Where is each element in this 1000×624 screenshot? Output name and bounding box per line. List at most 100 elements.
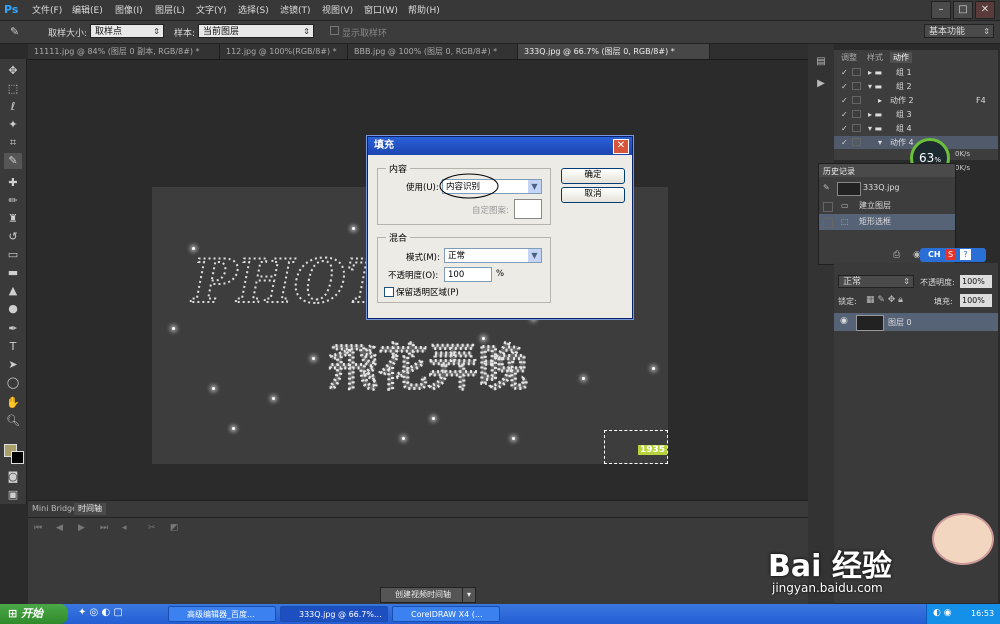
doc-tab-333q[interactable]: 333Q.jpg @ 66.7% (图层 0, RGB/8#) * xyxy=(518,44,710,59)
action-row[interactable]: ✓ ▾ ▬ 组 4 xyxy=(834,122,998,135)
show-ring-label: 显示取样环 xyxy=(342,29,388,39)
close-window-button[interactable]: ✕ xyxy=(975,1,995,19)
prev-frame-icon[interactable]: ◀ xyxy=(56,523,63,533)
history-panel-icon[interactable]: ▤ xyxy=(812,56,830,70)
history-item-selected[interactable]: ⬚ 矩形选框 xyxy=(819,214,955,230)
custom-pattern-label: 自定图案: xyxy=(472,206,509,216)
action-row[interactable]: ✓ ▸ 动作 2 F4 xyxy=(834,94,998,107)
transition-icon[interactable]: ◩ xyxy=(170,523,179,533)
quick-mask-icon[interactable]: ◙ xyxy=(4,469,22,485)
action-row[interactable]: ✓ ▾ ▬ 组 2 xyxy=(834,80,998,93)
fill-label: 填充: xyxy=(934,297,953,306)
magic-wand-tool-icon[interactable]: ✦ xyxy=(4,117,22,133)
doc-tab-11111[interactable]: 11111.jpg @ 84% (图层 0 副本, RGB/8#) * xyxy=(28,44,220,59)
scissors-icon[interactable]: ✂ xyxy=(148,523,156,533)
path-select-tool-icon[interactable]: ➤ xyxy=(4,357,22,373)
ime-toolbar[interactable]: CH S ? xyxy=(920,248,986,262)
task-photoshop[interactable]: 333Q.jpg @ 66.7%... xyxy=(280,606,388,622)
show-ring-checkbox[interactable] xyxy=(330,26,339,35)
doc-tab-112[interactable]: 112.jpg @ 100%(RGB/8#) * xyxy=(220,44,348,59)
tab-styles[interactable]: 样式 xyxy=(864,52,886,63)
lock-pixels-icon[interactable]: ▦ ✎ ✥ 🔒︎ xyxy=(866,295,903,305)
next-frame-icon[interactable]: ⏭ xyxy=(100,523,108,533)
tab-actions[interactable]: 动作 xyxy=(890,52,912,63)
menu-image[interactable]: 图像(I) xyxy=(115,3,143,16)
menu-view[interactable]: 视图(V) xyxy=(322,3,353,16)
tab-timeline[interactable]: 时间轴 xyxy=(74,503,106,515)
lasso-tool-icon[interactable]: ℓ xyxy=(4,99,22,115)
chevron-down-icon[interactable]: ▾ xyxy=(462,587,476,603)
preserve-transparency-checkbox[interactable] xyxy=(384,287,394,297)
history-snapshot[interactable]: ✎ 333Q.jpg xyxy=(819,178,955,198)
menu-window[interactable]: 窗口(W) xyxy=(364,3,398,16)
blur-tool-icon[interactable]: ▲ xyxy=(4,283,22,299)
healing-tool-icon[interactable]: ✚ xyxy=(4,175,22,191)
layer-opacity-input[interactable]: 100% xyxy=(960,275,992,288)
shape-tool-icon[interactable]: ◯ xyxy=(4,375,22,391)
ok-button[interactable]: 确定 xyxy=(561,168,625,184)
tab-adjustments[interactable]: 调整 xyxy=(838,52,860,63)
use-label: 使用(U): xyxy=(406,183,439,193)
create-video-timeline-button[interactable]: 创建视频时间轴 xyxy=(380,587,466,603)
menu-filter[interactable]: 滤镜(T) xyxy=(280,3,311,16)
menu-layer[interactable]: 图层(L) xyxy=(155,3,185,16)
quicklaunch-icon[interactable]: ✦ ◎ ◐ ▢ xyxy=(78,607,123,618)
dialog-close-button[interactable]: ✕ xyxy=(613,139,629,154)
menu-type[interactable]: 文字(Y) xyxy=(196,3,227,16)
audio-icon[interactable]: ◂ xyxy=(122,523,127,533)
content-group: 内容 使用(U): 内容识别 ▼ 自定图案: xyxy=(377,162,551,225)
new-document-icon[interactable]: ⎙ xyxy=(893,250,900,260)
move-tool-icon[interactable]: ✥ xyxy=(4,63,22,79)
blend-mode-select[interactable]: 正常 ⇕ xyxy=(838,275,914,288)
background-color-swatch[interactable] xyxy=(11,451,24,464)
minimize-button[interactable]: – xyxy=(931,1,951,19)
menu-edit[interactable]: 编辑(E) xyxy=(72,3,103,16)
download-speed: 0K/s xyxy=(955,164,971,172)
eye-icon[interactable]: ◉ xyxy=(840,316,848,326)
mode-select[interactable]: 正常 ▼ xyxy=(444,248,542,263)
hand-tool-icon[interactable]: ✋ xyxy=(4,395,22,411)
stamp-tool-icon[interactable]: ♜ xyxy=(4,211,22,227)
sample-size-select[interactable]: 取样点 ⇕ xyxy=(90,24,164,38)
zoom-tool-icon[interactable]: 🔍︎ xyxy=(4,413,22,429)
tray-icons[interactable]: ◐ ◉ xyxy=(933,608,952,618)
start-button[interactable]: ⊞ 开始 xyxy=(0,604,68,624)
actions-panel-icon[interactable]: ▶ xyxy=(812,78,830,92)
action-row[interactable]: ✓ ▸ ▬ 组 3 xyxy=(834,108,998,121)
eyedropper-icon[interactable]: ✎ xyxy=(10,25,19,38)
maximize-button[interactable]: □ xyxy=(953,1,973,19)
play-icon[interactable]: ▶ xyxy=(78,523,85,533)
history-brush-tool-icon[interactable]: ↺ xyxy=(4,229,22,245)
type-tool-icon[interactable]: T xyxy=(4,339,22,355)
gradient-tool-icon[interactable]: ▬ xyxy=(4,265,22,281)
first-frame-icon[interactable]: ⏮ xyxy=(34,523,42,533)
task-coreldraw[interactable]: CorelDRAW X4 (... xyxy=(392,606,500,622)
menu-help[interactable]: 帮助(H) xyxy=(408,3,440,16)
pattern-picker[interactable] xyxy=(514,199,542,219)
clock: 16:53 xyxy=(971,609,995,618)
eraser-tool-icon[interactable]: ▭ xyxy=(4,247,22,263)
eyedropper-tool-icon[interactable]: ✎ xyxy=(4,153,22,169)
layer-row[interactable]: ◉ 图层 0 xyxy=(834,313,998,331)
brush-tool-icon[interactable]: ✏ xyxy=(4,193,22,209)
marquee-icon: ⬚ xyxy=(841,217,849,226)
history-item[interactable]: ▭ 建立图层 xyxy=(819,198,955,214)
screen-mode-icon[interactable]: ▣ xyxy=(4,487,22,503)
sample-select[interactable]: 当前图层 ⇕ xyxy=(198,24,314,38)
crop-tool-icon[interactable]: ⌗ xyxy=(4,135,22,151)
menu-file[interactable]: 文件(F) xyxy=(32,3,62,16)
baidu-mascot xyxy=(932,513,994,565)
pen-tool-icon[interactable]: ✒ xyxy=(4,321,22,337)
opacity-label: 不透明度: xyxy=(920,278,955,287)
doc-tab-bbb[interactable]: BBB.jpg @ 100% (图层 0, RGB/8#) * xyxy=(348,44,518,59)
brush-icon: ✎ xyxy=(823,183,830,192)
cancel-button[interactable]: 取消 xyxy=(561,187,625,203)
layer-fill-input[interactable]: 100% xyxy=(960,294,992,307)
menu-select[interactable]: 选择(S) xyxy=(238,3,269,16)
marquee-tool-icon[interactable]: ⬚ xyxy=(4,81,22,97)
workspace-select[interactable]: 基本功能 ⇕ xyxy=(924,24,994,38)
action-row[interactable]: ✓ ▸ ▬ 组 1 xyxy=(834,66,998,79)
dodge-tool-icon[interactable]: ● xyxy=(4,301,22,317)
task-browser[interactable]: 高级编辑器_百度... xyxy=(168,606,276,622)
opacity-input[interactable]: 100 xyxy=(444,267,492,282)
